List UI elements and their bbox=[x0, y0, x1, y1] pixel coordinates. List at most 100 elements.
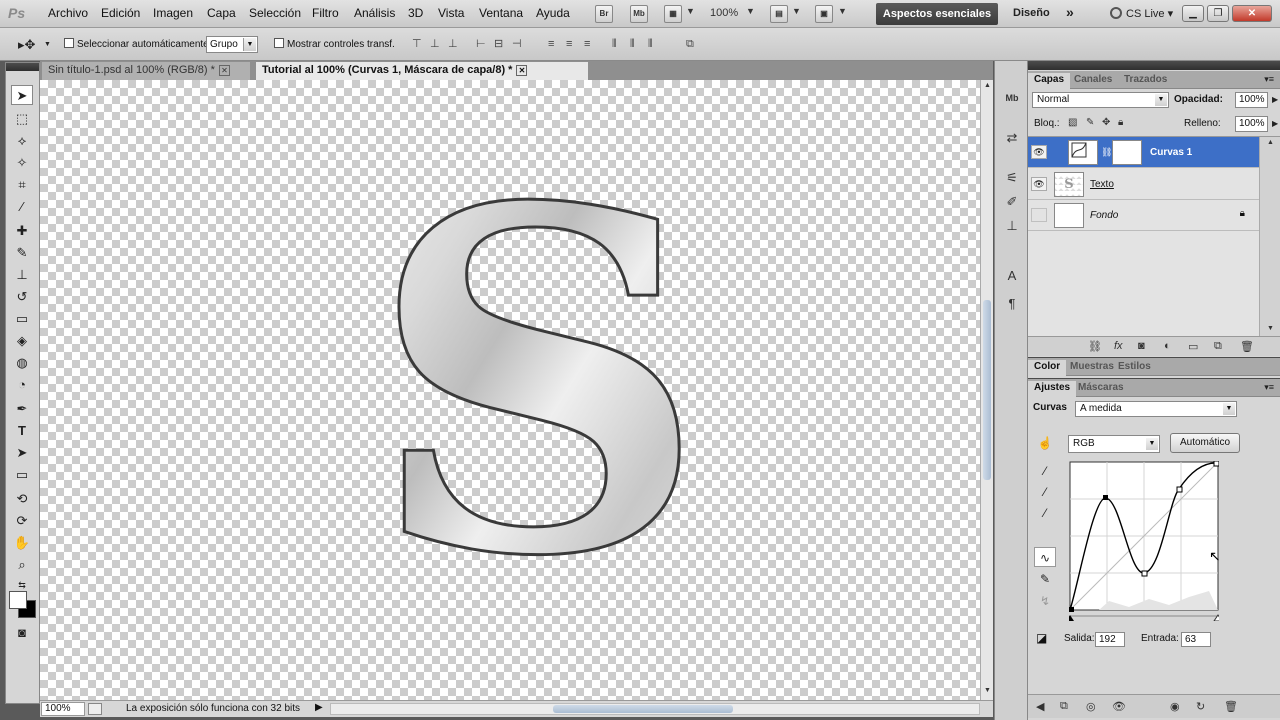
eye-icon[interactable] bbox=[1031, 208, 1047, 222]
layer-name[interactable]: Fondo bbox=[1090, 210, 1118, 221]
layer-row[interactable]: 👁︎ ⛓ Curvas 1 bbox=[1028, 137, 1259, 168]
blend-mode-select[interactable]: Normal ▼ bbox=[1032, 92, 1169, 108]
curves-graph[interactable] bbox=[1069, 461, 1219, 621]
tab-paths[interactable]: Trazados bbox=[1118, 73, 1173, 89]
layer-row[interactable]: 👁︎ S Texto bbox=[1028, 169, 1259, 200]
gray-point-eyedropper-icon[interactable]: ⁄ bbox=[1034, 482, 1056, 502]
tab-channels[interactable]: Canales bbox=[1068, 73, 1118, 89]
workspace-more-icon[interactable]: » bbox=[1066, 4, 1074, 20]
fill-input[interactable]: 100% bbox=[1235, 116, 1268, 132]
expanded-view-icon[interactable]: ⧉ bbox=[1060, 700, 1068, 713]
brush-tool-icon[interactable]: ✎ bbox=[11, 243, 33, 263]
show-transform-checkbox-box[interactable] bbox=[274, 38, 284, 48]
align-left-icon[interactable]: ⊢ bbox=[476, 38, 490, 50]
auto-select-target-select[interactable]: Grupo ▼ bbox=[206, 36, 258, 53]
layer-row[interactable]: Fondo 🔒︎ bbox=[1028, 200, 1259, 231]
scroll-down-icon[interactable]: ▼ bbox=[1266, 325, 1275, 334]
zoom-tool-icon[interactable]: ⌕ bbox=[11, 555, 33, 575]
channel-select[interactable]: RGB ▼ bbox=[1068, 435, 1160, 453]
targeted-adjustment-icon[interactable]: ☝ bbox=[1034, 433, 1056, 453]
actions-panel-icon[interactable]: ⚟ bbox=[1001, 167, 1023, 189]
close-window-button[interactable]: ✕ bbox=[1232, 5, 1272, 22]
lock-all-icon[interactable]: 🔒︎ bbox=[1118, 117, 1123, 128]
scroll-up-icon[interactable]: ▲ bbox=[983, 82, 992, 91]
scroll-up-icon[interactable]: ▲ bbox=[1266, 139, 1275, 148]
scroll-down-icon[interactable]: ▼ bbox=[983, 687, 992, 696]
curve-point[interactable] bbox=[1141, 570, 1148, 577]
menu-vista[interactable]: Vista bbox=[438, 6, 464, 20]
workspace-design-button[interactable]: Diseño bbox=[1013, 7, 1050, 19]
paint-bucket-tool-icon[interactable]: ◈ bbox=[11, 331, 33, 351]
blur-tool-icon[interactable]: ◍ bbox=[11, 353, 33, 373]
bridge-button[interactable]: Br bbox=[595, 5, 613, 23]
paragraph-panel-icon[interactable]: ¶ bbox=[1001, 293, 1023, 315]
distribute-vcenter-icon[interactable]: ≡ bbox=[566, 38, 580, 50]
panel-grip[interactable] bbox=[1028, 61, 1280, 70]
lock-position-icon[interactable]: ✥ bbox=[1102, 117, 1110, 128]
chevron-down-icon[interactable]: ▼ bbox=[1155, 94, 1167, 106]
layer-name[interactable]: Texto bbox=[1090, 179, 1114, 190]
tool-preset-dropdown-icon[interactable]: ▼ bbox=[44, 41, 51, 48]
tab-styles[interactable]: Estilos bbox=[1112, 360, 1157, 376]
opacity-slider-icon[interactable]: ▶ bbox=[1272, 95, 1278, 104]
new-layer-icon[interactable]: ⧉ bbox=[1214, 340, 1222, 353]
lock-transparency-icon[interactable]: ▧ bbox=[1068, 117, 1077, 128]
menu-ventana[interactable]: Ventana bbox=[479, 6, 523, 20]
add-mask-icon[interactable]: ◙ bbox=[1138, 340, 1145, 352]
menu-analisis[interactable]: Análisis bbox=[354, 6, 395, 20]
document-tab-active[interactable]: Tutorial al 100% (Curvas 1, Máscara de c… bbox=[256, 62, 588, 80]
new-group-icon[interactable]: ▭ bbox=[1188, 340, 1198, 353]
minibridge-panel-icon[interactable]: Mb bbox=[1001, 87, 1023, 109]
vertical-scroll-thumb[interactable] bbox=[983, 300, 991, 480]
menu-filtro[interactable]: Filtro bbox=[312, 6, 339, 20]
delete-layer-icon[interactable]: 🗑︎ bbox=[1240, 340, 1254, 353]
output-input[interactable]: 192 bbox=[1095, 632, 1125, 647]
arrange-dropdown-icon[interactable]: ▼ bbox=[792, 6, 801, 16]
view-extras-dropdown-icon[interactable]: ▼ bbox=[686, 6, 695, 16]
screen-mode-dropdown-icon[interactable]: ▼ bbox=[838, 6, 847, 16]
panel-menu-icon[interactable]: ▾≡ bbox=[1264, 382, 1274, 393]
minibridge-button[interactable]: Mb bbox=[630, 5, 648, 23]
workspace-essentials-button[interactable]: Aspectos esenciales bbox=[876, 3, 998, 25]
align-vcenter-icon[interactable]: ⊥ bbox=[430, 38, 444, 50]
hand-tool-icon[interactable]: ✋ bbox=[11, 533, 33, 553]
back-arrow-icon[interactable]: ◀ bbox=[1036, 700, 1044, 713]
close-tab-icon[interactable]: ✕ bbox=[218, 65, 230, 76]
move-tool-icon[interactable]: ➤ bbox=[11, 85, 33, 105]
layer-style-icon[interactable]: fx bbox=[1114, 340, 1123, 352]
status-menu-icon[interactable]: ▶ bbox=[315, 702, 323, 713]
menu-archivo[interactable]: Archivo bbox=[48, 6, 88, 20]
view-extras-button[interactable]: ▦ bbox=[664, 5, 682, 23]
eraser-tool-icon[interactable]: ▭ bbox=[11, 309, 33, 329]
toolbox-grip[interactable] bbox=[6, 63, 39, 71]
cs-live-button[interactable]: CS Live ▾ bbox=[1110, 7, 1173, 20]
tab-layers[interactable]: Capas bbox=[1028, 73, 1071, 89]
clone-source-panel-icon[interactable]: ⊥ bbox=[1001, 215, 1023, 237]
maximize-button[interactable]: ❐ bbox=[1207, 5, 1229, 22]
curve-point[interactable] bbox=[1069, 607, 1074, 612]
link-layers-icon[interactable]: ⛓ bbox=[1088, 340, 1102, 353]
menu-edicion[interactable]: Edición bbox=[101, 6, 140, 20]
opacity-input[interactable]: 100% bbox=[1235, 92, 1268, 108]
foreground-color-swatch[interactable] bbox=[9, 591, 27, 609]
smooth-curve-icon[interactable]: ↯ bbox=[1034, 591, 1056, 611]
healing-brush-tool-icon[interactable]: ✚ bbox=[11, 221, 33, 241]
curve-edit-points-icon[interactable]: ∿ bbox=[1034, 547, 1056, 567]
curve-point[interactable] bbox=[1213, 461, 1219, 467]
character-panel-icon[interactable]: A bbox=[1001, 265, 1023, 287]
menu-ayuda[interactable]: Ayuda bbox=[536, 6, 570, 20]
lock-pixels-icon[interactable]: ✎ bbox=[1086, 117, 1094, 128]
tab-color[interactable]: Color bbox=[1028, 360, 1067, 376]
eye-icon[interactable]: 👁︎ bbox=[1031, 145, 1047, 159]
zoom-level-dropdown[interactable]: 100% bbox=[710, 7, 738, 19]
show-clipping-icon[interactable]: ◪ bbox=[1036, 631, 1047, 645]
history-panel-icon[interactable]: ⇄ bbox=[1001, 127, 1023, 149]
marquee-tool-icon[interactable]: ⬚ bbox=[11, 109, 33, 129]
close-tab-icon[interactable]: ✕ bbox=[516, 65, 528, 76]
auto-align-layers-icon[interactable]: ⧉ bbox=[686, 38, 700, 50]
brushes-panel-icon[interactable]: ✐ bbox=[1001, 191, 1023, 213]
align-hcenter-icon[interactable]: ⊟ bbox=[494, 38, 508, 50]
menu-seleccion[interactable]: Selección bbox=[249, 6, 301, 20]
document-profile-icon[interactable] bbox=[88, 703, 102, 715]
3d-orbit-tool-icon[interactable]: ⟳ bbox=[11, 511, 33, 531]
